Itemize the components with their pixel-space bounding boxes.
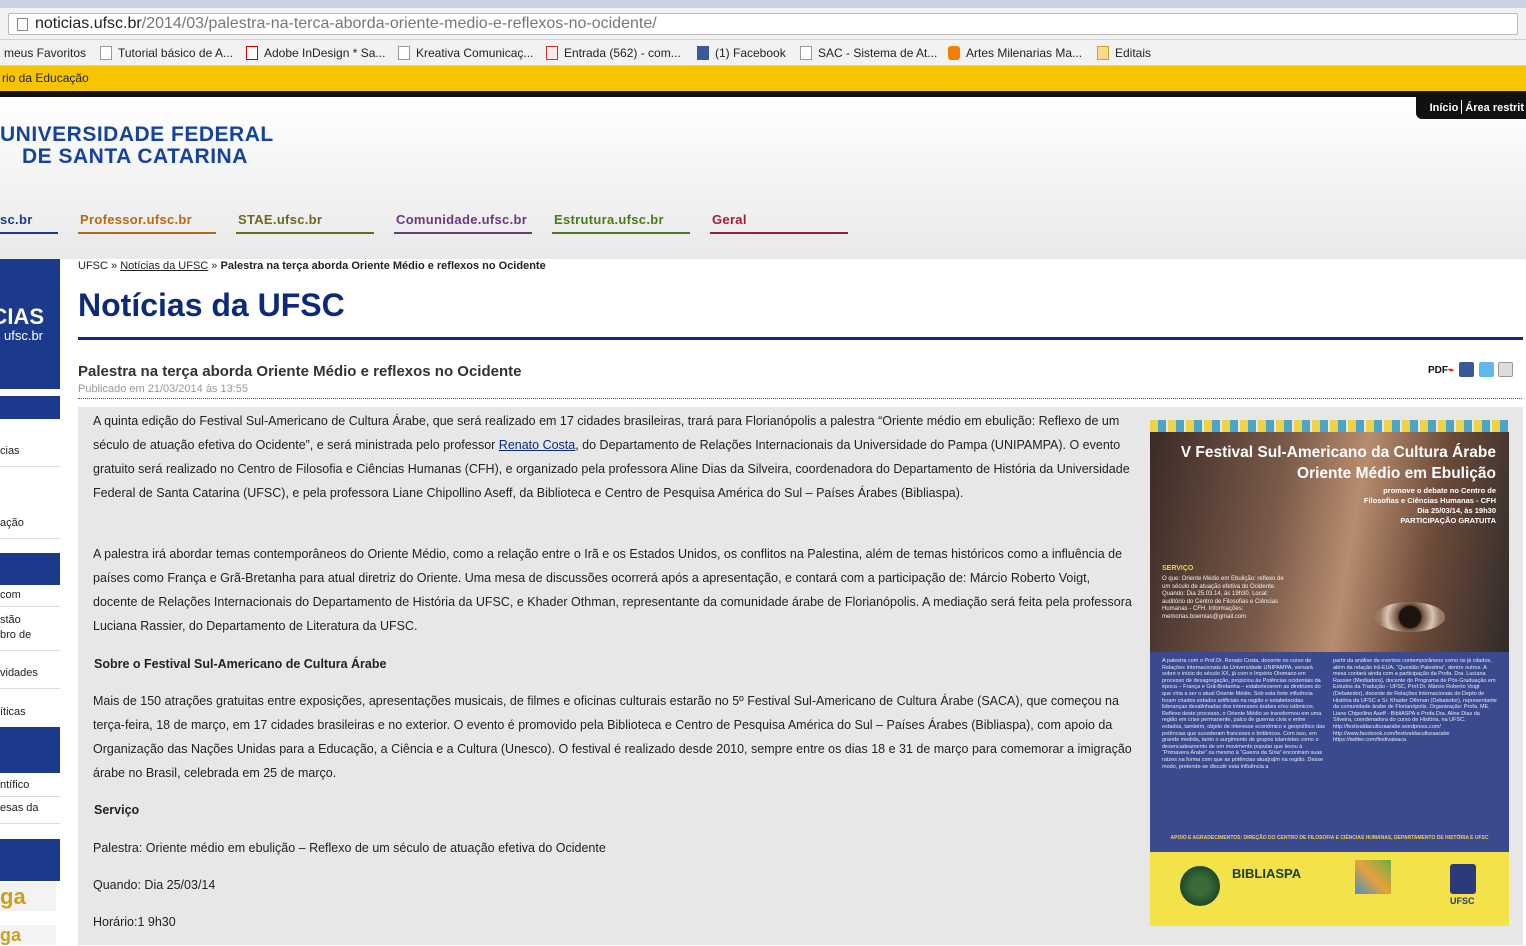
article-title: Palestra na terça aborda Oriente Médio e… [78, 363, 522, 380]
sidebar-section-header [0, 727, 60, 773]
sidebar-item[interactable]: ação [0, 517, 60, 539]
bookmark-item[interactable]: Editais [1097, 44, 1151, 62]
service-line: Quando: Dia 25/03/14 [93, 878, 216, 892]
poster-footer: BIBLIASPA UFSC [1150, 852, 1509, 926]
share-tools: PDF⌁ [1428, 362, 1514, 378]
pdf-icon[interactable]: PDF [1428, 365, 1448, 376]
sidebar-item[interactable]: cias [0, 445, 60, 467]
sidebar-item[interactable]: íticas [0, 706, 60, 728]
service-line: Palestra: Oriente médio em ebulição – Re… [93, 841, 606, 855]
poster-text-left: A palestra com o Prof.Dr. Renato Costa, … [1162, 658, 1325, 770]
sidebar-banner[interactable]: ga [0, 925, 56, 945]
sidebar-section-header [0, 839, 60, 881]
bookmark-item[interactable]: Tutorial básico de A... [100, 44, 233, 62]
eye-image [1375, 602, 1445, 632]
sidebar-brand[interactable]: ÍCIAS ufsc.br [0, 259, 60, 389]
event-poster[interactable]: V Festival Sul-Americano da Cultura Árab… [1150, 420, 1509, 926]
bookmark-item[interactable]: meus Favoritos [4, 44, 86, 62]
breadcrumb-root[interactable]: UFSC [78, 260, 108, 272]
portal-tab[interactable]: Estrutura.ufsc.br [552, 212, 690, 234]
breadcrumb-current: Palestra na terça aborda Oriente Médio e… [220, 260, 546, 272]
left-sidebar: ÍCIAS ufsc.br cias ação com stãobro de v… [0, 259, 60, 945]
adobe-icon: ⌁ [1448, 365, 1455, 376]
email-share-icon[interactable] [1498, 362, 1514, 377]
address-bar-area: noticias.ufsc.br/2014/03/palestra-na-ter… [0, 8, 1526, 40]
facebook-share-icon[interactable] [1458, 362, 1474, 377]
published-date: Publicado em 21/03/2014 às 13:55 [78, 383, 249, 395]
title-divider [78, 337, 1523, 340]
bookmarks-bar: meus Favoritos Tutorial básico de A... A… [0, 40, 1526, 66]
ufsc-logo-text: UFSC [1450, 896, 1475, 906]
top-nav-inicio[interactable]: Início [1430, 102, 1459, 114]
portal-tab[interactable]: Geral [710, 212, 848, 234]
sidebar-section-header [0, 553, 60, 585]
top-nav-area-restrita[interactable]: Área restrit [1465, 102, 1524, 114]
adobe-icon [246, 46, 258, 60]
gmail-icon [546, 46, 558, 60]
festival-logo-icon [1355, 860, 1391, 894]
browser-tab-strip[interactable] [0, 0, 1526, 8]
url-field[interactable]: noticias.ufsc.br/2014/03/palestra-na-ter… [8, 13, 1518, 35]
poster-body: A palestra com o Prof.Dr. Renato Costa, … [1150, 652, 1509, 852]
bookmark-item[interactable]: SAC - Sistema de At... [800, 44, 937, 62]
bibliaspa-logo-text: BIBLIASPA [1232, 866, 1302, 881]
article-paragraph: Mais de 150 atrações gratuitas entre exp… [93, 694, 1132, 780]
sidebar-item[interactable]: esas da [0, 802, 60, 824]
page-title[interactable]: Notícias da UFSC [78, 287, 345, 324]
section-heading: Sobre o Festival Sul-Americano de Cultur… [94, 657, 387, 671]
sidebar-banner[interactable]: ga [0, 883, 56, 911]
poster-servico-heading: SERVIÇO [1162, 565, 1194, 572]
service-line: Horário:1 9h30 [93, 915, 176, 929]
government-bar[interactable]: rio da Educação [0, 66, 1526, 91]
bookmark-item[interactable]: Kreativa Comunicaç... [398, 44, 533, 62]
poster-apoio: APOIO E AGRADECIMENTOS: DIREÇÃO DO CENTR… [1170, 835, 1489, 841]
url-host: noticias.ufsc.br [35, 15, 142, 32]
twitter-share-icon[interactable] [1478, 362, 1494, 377]
poster-title: V Festival Sul-Americano da Cultura Árab… [1180, 444, 1496, 482]
url-path: /2014/03/palestra-na-terca-aborda-orient… [141, 15, 657, 32]
poster-service-info: O que: Oriente Médio em Ebulição: reflex… [1162, 576, 1284, 620]
page-icon [17, 18, 28, 31]
sidebar-item[interactable]: stão bro de [0, 613, 60, 651]
portal-tab[interactable]: sc.br [0, 212, 58, 234]
bookmark-item[interactable]: Artes Milenarias Ma... [948, 44, 1082, 62]
article-paragraph: A quinta edição do Festival Sul-American… [93, 414, 1130, 500]
portal-tab[interactable]: Comunidade.ufsc.br [394, 212, 532, 234]
sidebar-section-header [0, 396, 60, 419]
blogger-icon [948, 46, 960, 60]
sidebar-item[interactable]: com [0, 589, 60, 607]
poster-text-right: partir da análise de eventos contemporân… [1333, 658, 1497, 744]
dotted-divider [78, 398, 1522, 399]
ufsc-crest-icon [1450, 864, 1476, 894]
section-heading: Serviço [94, 803, 140, 817]
author-link[interactable]: Renato Costa [499, 438, 575, 452]
portal-tab[interactable]: STAE.ufsc.br [236, 212, 374, 234]
bibliaspa-emblem-icon [1180, 866, 1220, 906]
breadcrumb: UFSC » Notícias da UFSC » Palestra na te… [78, 260, 546, 272]
bookmark-item[interactable]: Entrada (562) - com... [546, 44, 681, 62]
page-icon [100, 46, 112, 60]
bookmark-item[interactable]: Adobe InDesign * Sa... [246, 44, 385, 62]
site-header [0, 97, 1526, 259]
sidebar-item[interactable]: vidades [0, 667, 60, 689]
poster-subtitle: promove o debate no Centro de Filosofias… [1363, 486, 1496, 525]
page-icon [800, 46, 812, 60]
page-icon [398, 46, 410, 60]
poster-pattern-border [1150, 420, 1509, 432]
bookmark-item[interactable]: (1) Facebook [697, 44, 786, 62]
sidebar-item[interactable]: ntífico [0, 779, 60, 797]
portal-tab[interactable]: Professor.ufsc.br [78, 212, 216, 234]
top-nav: Início Área restrit [1415, 97, 1526, 119]
university-logo-text[interactable]: UNIVERSIDADE FEDERAL DE SANTA CATARINA [0, 124, 274, 168]
facebook-icon [697, 46, 709, 60]
folder-icon [1097, 46, 1109, 60]
article-paragraph: A palestra irá abordar temas contemporân… [93, 547, 1132, 633]
breadcrumb-section-link[interactable]: Notícias da UFSC [120, 260, 208, 272]
